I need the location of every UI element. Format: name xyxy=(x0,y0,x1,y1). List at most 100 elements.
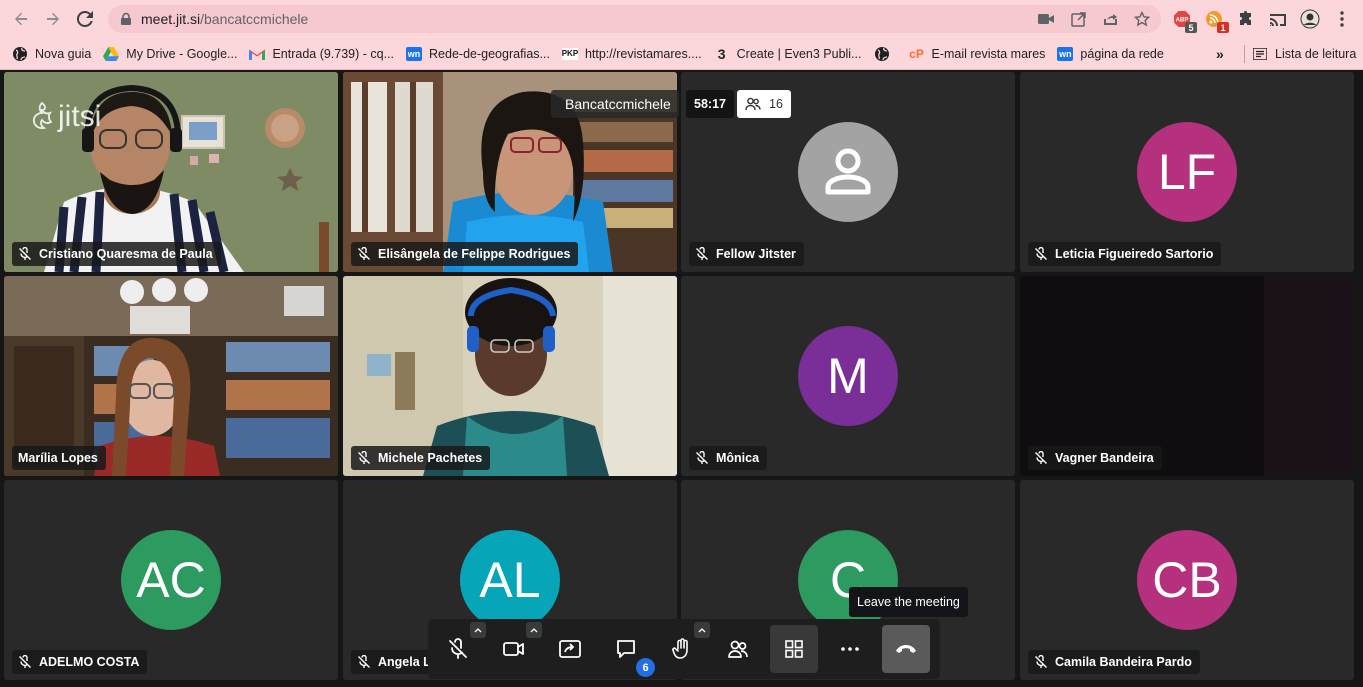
pkp-icon: PKP xyxy=(561,47,579,60)
feed-badge: 1 xyxy=(1217,22,1229,33)
avatar: CB xyxy=(1137,530,1237,630)
bookmark-gmail[interactable]: Entrada (9.739) - cq... xyxy=(243,42,400,66)
participant-tile[interactable]: AC ADELMO COSTA xyxy=(4,480,338,680)
bookmark-nova-guia[interactable]: Nova guia xyxy=(6,42,97,66)
timer-text: 58:17 xyxy=(694,97,726,111)
abp-icon[interactable]: ABP 5 xyxy=(1170,7,1197,33)
globe-icon xyxy=(874,46,890,62)
bookmark-separator xyxy=(1244,45,1245,63)
meeting-timer: 58:17 xyxy=(686,90,734,118)
share-icon[interactable] xyxy=(1101,10,1119,28)
participant-nametag: Angela L xyxy=(351,650,439,674)
participant-name: ADELMO COSTA xyxy=(39,655,140,669)
bookmark-label: My Drive - Google... xyxy=(126,46,238,61)
bookmark-even3[interactable]: 3 Create | Even3 Publi... xyxy=(708,42,868,66)
mic-muted-icon xyxy=(1035,247,1047,260)
bookmark-pagina-rede[interactable]: wn página da rede xyxy=(1051,42,1169,66)
participant-name: Angela L xyxy=(378,655,431,669)
participant-name: Mônica xyxy=(716,451,760,465)
participant-tile[interactable]: Michele Pachetes xyxy=(343,276,677,476)
bookmark-globe[interactable] xyxy=(868,42,903,66)
reload-icon[interactable] xyxy=(69,3,101,35)
mic-muted-icon xyxy=(19,655,31,668)
mic-muted-icon xyxy=(449,638,467,659)
jitsi-logo-icon xyxy=(32,101,53,130)
bookmark-rede-geografias[interactable]: wn Rede-de-geografias... xyxy=(400,42,556,66)
participant-count-button[interactable]: 16 xyxy=(737,90,791,118)
feed-icon[interactable]: 1 xyxy=(1202,7,1229,33)
participant-name: Camila Bandeira Pardo xyxy=(1055,655,1192,669)
screenshare-button[interactable] xyxy=(546,625,594,673)
even3-icon: 3 xyxy=(717,45,726,62)
forward-icon[interactable] xyxy=(37,3,69,35)
camera-options-caret[interactable] xyxy=(526,622,542,638)
participants-icon xyxy=(745,97,761,111)
leave-meeting-button[interactable] xyxy=(882,625,930,673)
bookmark-label: página da rede xyxy=(1080,46,1164,61)
camera-icon[interactable] xyxy=(1037,10,1055,28)
room-name: Bancatccmichele xyxy=(551,90,679,118)
puzzle-icon[interactable] xyxy=(1234,7,1258,31)
bookmark-my-drive[interactable]: My Drive - Google... xyxy=(97,42,243,66)
open-external-icon[interactable] xyxy=(1069,10,1087,28)
url-text: meet.jit.si/bancatccmichele xyxy=(141,11,309,27)
mic-muted-icon xyxy=(696,247,708,260)
participant-nametag: Mônica xyxy=(689,446,768,470)
bookmark-email-revista[interactable]: cP E-mail revista mares xyxy=(903,42,1052,66)
participant-name: Vagner Bandeira xyxy=(1055,451,1154,465)
avatar-initials: AC xyxy=(136,552,206,608)
bookmark-label: E-mail revista mares xyxy=(931,46,1046,61)
room-name-text: Bancatccmichele xyxy=(565,96,671,112)
participants-icon xyxy=(728,640,748,658)
avatar: LF xyxy=(1137,122,1237,222)
tooltip-text: Leave the meeting xyxy=(857,595,960,609)
participant-tile[interactable]: LF Leticia Figueiredo Sartorio xyxy=(1020,72,1354,272)
chevron-up-icon xyxy=(698,627,706,632)
jitsi-logo: jitsi xyxy=(30,100,101,134)
browser-toolbar: meet.jit.si/bancatccmichele ABP 5 1 xyxy=(0,0,1363,38)
abp-badge: 5 xyxy=(1185,22,1197,33)
bookmark-label: Nova guia xyxy=(35,46,92,61)
more-options-button[interactable] xyxy=(826,625,874,673)
address-bar[interactable]: meet.jit.si/bancatccmichele xyxy=(108,5,1161,33)
menu-kebab-icon[interactable] xyxy=(1330,7,1354,31)
participant-tile[interactable]: CB Camila Bandeira Pardo xyxy=(1020,480,1354,680)
mic-muted-icon xyxy=(358,247,370,260)
participant-nametag: Camila Bandeira Pardo xyxy=(1028,650,1200,674)
reactions-caret[interactable] xyxy=(694,622,710,638)
chevron-up-icon xyxy=(474,627,482,632)
participant-nametag: Vagner Bandeira xyxy=(1028,446,1162,470)
mic-muted-icon xyxy=(358,655,370,668)
chevron-more-icon[interactable]: » xyxy=(1210,42,1230,66)
lock-icon[interactable] xyxy=(119,12,133,26)
participant-tile[interactable]: Vagner Bandeira xyxy=(1020,276,1354,476)
bookmark-label: Create | Even3 Publi... xyxy=(736,46,862,61)
participants-button[interactable] xyxy=(714,625,762,673)
chat-icon xyxy=(617,640,635,658)
bookmarks-bar: Nova guia My Drive - Google... Entrada (… xyxy=(0,38,1363,70)
mic-options-caret[interactable] xyxy=(470,622,486,638)
more-horizontal-icon xyxy=(841,647,859,651)
avatar-initials: AL xyxy=(479,552,541,608)
back-icon[interactable] xyxy=(5,3,37,35)
drive-icon xyxy=(103,46,120,62)
bookmark-label: http://revistamares.... xyxy=(584,46,702,61)
profile-avatar[interactable] xyxy=(1298,7,1322,31)
reading-list[interactable]: Lista de leitura xyxy=(1246,42,1362,66)
participant-count: 16 xyxy=(769,97,783,111)
participant-tile[interactable]: M Mônica xyxy=(681,276,1015,476)
avatar-initials: CB xyxy=(1152,552,1222,608)
reading-list-label: Lista de leitura xyxy=(1275,46,1357,61)
bookmark-revistamares[interactable]: PKP http://revistamares.... xyxy=(556,42,708,66)
mic-muted-icon xyxy=(19,247,31,260)
avatar-initials: LF xyxy=(1157,144,1217,200)
cast-icon[interactable] xyxy=(1266,7,1290,31)
participant-tile-active-speaker[interactable]: Marília Lopes xyxy=(4,276,338,476)
mic-muted-icon xyxy=(1035,655,1047,668)
chat-unread-count: 6 xyxy=(642,661,649,674)
avatar: AL xyxy=(460,530,560,630)
tile-view-button[interactable] xyxy=(770,625,818,673)
participant-name: Fellow Jitster xyxy=(716,247,796,261)
star-icon[interactable] xyxy=(1133,10,1151,28)
default-avatar xyxy=(798,122,898,222)
